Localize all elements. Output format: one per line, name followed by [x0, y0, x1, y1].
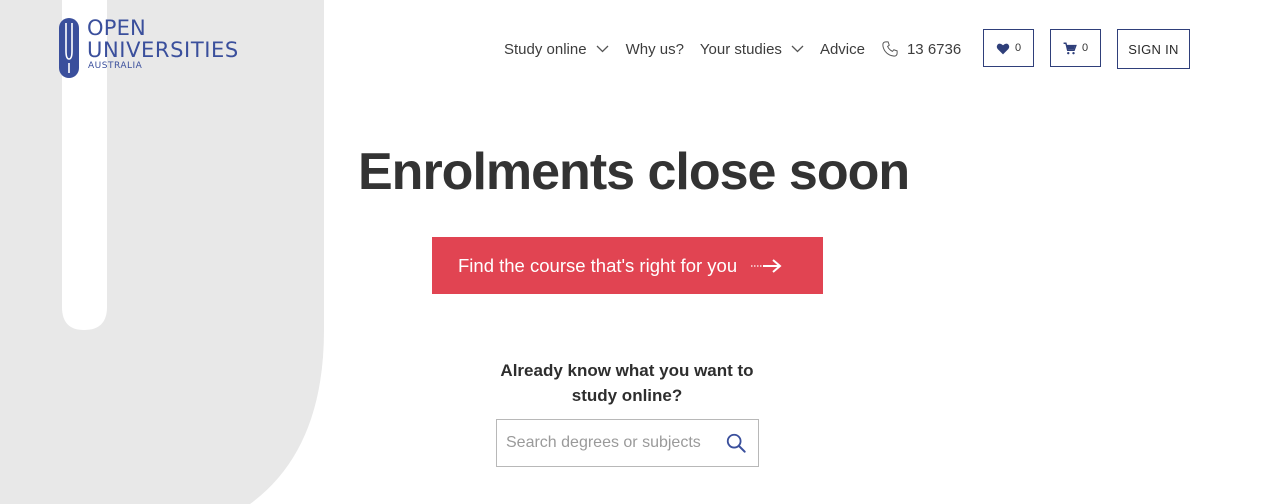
nav-phone-number: 13 6736: [906, 40, 962, 58]
search-button[interactable]: [714, 420, 758, 466]
cart-button[interactable]: 0: [1050, 29, 1101, 67]
nav-phone[interactable]: 13 6736: [881, 40, 961, 58]
logo-line-universities: UNIVERSITIES: [87, 38, 239, 62]
cart-count: 0: [1081, 42, 1089, 54]
heart-icon: [996, 43, 1010, 54]
nav-advice-label: Advice: [819, 40, 865, 58]
nav-study-online-label: Study online: [504, 40, 587, 58]
nav-study-online[interactable]: Study online: [504, 41, 609, 58]
find-course-label: Find the course that's right for you: [458, 254, 738, 276]
nav-why-us[interactable]: Why us?: [626, 41, 684, 58]
site-logo[interactable]: OPEN UNIVERSITIES AUSTRALIA: [58, 17, 239, 79]
hero-title: Enrolments close soon: [358, 143, 910, 201]
search-box: [496, 419, 759, 467]
nav-why-us-label: Why us?: [625, 40, 684, 58]
nav-your-studies-label: Your studies: [699, 40, 782, 58]
find-course-button[interactable]: Find the course that's right for you: [432, 237, 823, 294]
chevron-down-icon: [596, 45, 609, 53]
logo-mark-icon: [59, 18, 79, 78]
search-heading: Already know what you want to study onli…: [500, 361, 754, 405]
search-icon: [726, 433, 746, 453]
arrow-right-icon: [751, 258, 782, 273]
chevron-down-icon: [791, 45, 804, 53]
logo-line-australia: AUSTRALIA: [88, 61, 143, 71]
nav-your-studies[interactable]: Your studies: [700, 41, 804, 58]
logo-text: OPEN UNIVERSITIES AUSTRALIA: [87, 17, 239, 71]
main-nav: Study online Why us? Your studies Advice…: [504, 29, 961, 69]
nav-advice[interactable]: Advice: [820, 41, 865, 58]
search-input[interactable]: [497, 420, 714, 466]
wishlist-count: 0: [1014, 42, 1022, 54]
cart-icon: [1063, 42, 1077, 54]
phone-icon: [882, 41, 898, 57]
logo-line-open: OPEN: [87, 16, 146, 40]
sign-in-button[interactable]: SIGN IN: [1117, 29, 1190, 69]
wishlist-button[interactable]: 0: [983, 29, 1034, 67]
